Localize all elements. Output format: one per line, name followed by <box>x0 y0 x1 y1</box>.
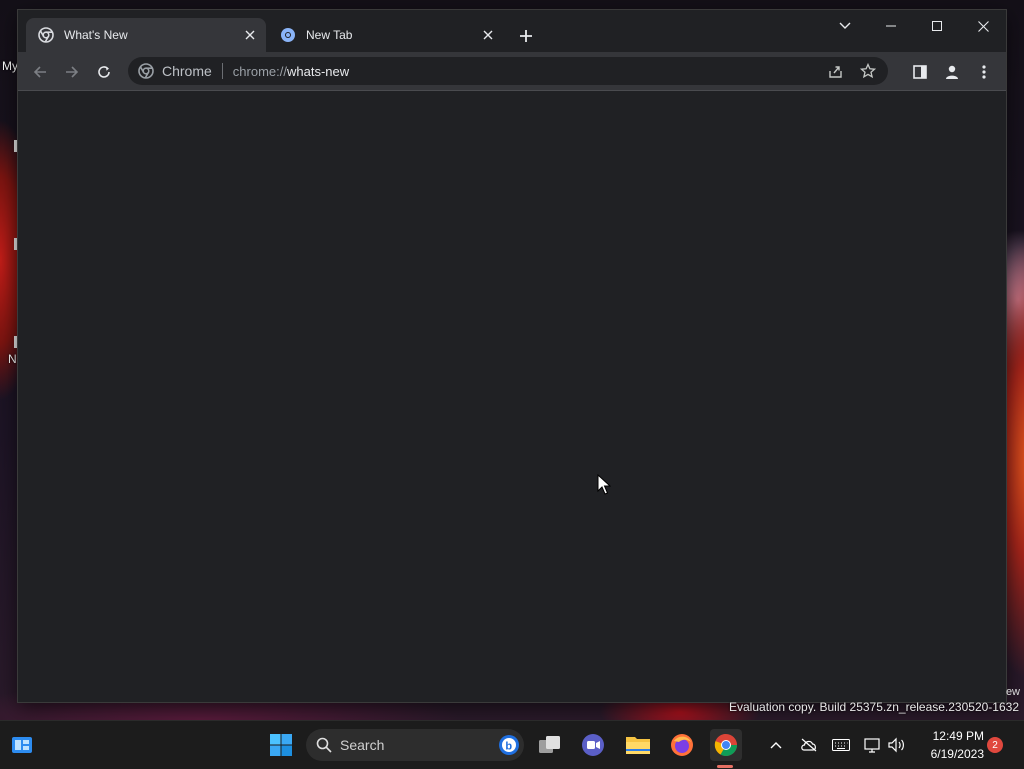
star-icon <box>860 63 876 79</box>
firefox-icon <box>671 734 693 756</box>
side-panel-icon <box>913 65 927 79</box>
arrow-right-icon <box>66 66 79 78</box>
watermark-edge: ew <box>1005 686 1020 698</box>
new-tab-button[interactable] <box>514 24 538 48</box>
browser-window: What's New New Tab Chrome chrome://whats… <box>18 10 1006 702</box>
chrome-icon <box>138 63 154 79</box>
site-chip[interactable]: Chrome <box>128 57 212 85</box>
task-view-button[interactable] <box>534 729 566 761</box>
url-host: whats-new <box>286 63 350 79</box>
task-view-icon <box>539 736 560 753</box>
cloud-offline-icon <box>801 738 817 752</box>
profile-button[interactable] <box>938 58 966 86</box>
address-bar[interactable]: Chrome chrome://whats-new <box>128 57 888 85</box>
onedrive-button[interactable] <box>797 733 821 757</box>
browser-toolbar: Chrome chrome://whats-new <box>18 52 1006 91</box>
clock-time: 12:49 PM <box>932 729 984 743</box>
volume-icon <box>888 737 904 753</box>
desktop-icon-label[interactable]: N <box>8 352 17 366</box>
minimize-button[interactable] <box>868 10 914 42</box>
plus-icon <box>520 30 532 42</box>
tab-search-button[interactable] <box>822 10 868 42</box>
arrow-left-icon <box>33 66 46 78</box>
more-vert-icon <box>982 65 986 79</box>
chrome-icon <box>38 27 54 43</box>
chrome-icon <box>714 733 737 756</box>
chat-icon <box>582 734 604 756</box>
mouse-cursor-icon <box>597 473 612 501</box>
chrome-icon <box>280 27 296 43</box>
network-button[interactable] <box>861 733 885 757</box>
site-label: Chrome <box>162 63 212 79</box>
reload-button[interactable] <box>90 58 118 86</box>
minimize-icon <box>886 25 896 27</box>
clock[interactable]: 12:49 PM 6/19/2023 <box>912 727 984 763</box>
start-icon <box>270 734 292 756</box>
clock-date: 6/19/2023 <box>930 747 984 761</box>
search-icon <box>316 737 332 753</box>
bookmark-button[interactable] <box>856 59 880 83</box>
svg-text:b: b <box>505 741 512 753</box>
maximize-icon <box>932 21 942 31</box>
keyboard-icon <box>832 739 850 751</box>
chevron-down-icon <box>839 22 851 29</box>
close-tab-icon[interactable] <box>240 25 260 45</box>
divider <box>221 63 223 79</box>
firefox-button[interactable] <box>666 729 698 761</box>
profile-icon <box>946 65 958 79</box>
back-button[interactable] <box>26 58 54 86</box>
show-hidden-icons-button[interactable] <box>764 733 788 757</box>
widgets-button[interactable] <box>6 729 38 761</box>
url-scheme: chrome:// <box>232 63 287 79</box>
chevron-up-icon <box>770 742 782 749</box>
taskbar: Search b 12:49 PM 6/19/2023 2 <box>0 720 1024 769</box>
keyboard-button[interactable] <box>829 733 853 757</box>
network-icon <box>864 738 880 753</box>
forward-button[interactable] <box>58 58 86 86</box>
share-button[interactable] <box>824 59 848 83</box>
share-icon <box>829 66 842 78</box>
menu-button[interactable] <box>970 58 998 86</box>
page-content <box>18 91 1006 702</box>
evaluation-watermark: Evaluation copy. Build 25375.zn_release.… <box>729 700 1019 714</box>
side-panel-button[interactable] <box>906 58 934 86</box>
chat-button[interactable] <box>577 729 609 761</box>
tab-whats-new[interactable]: What's New <box>26 18 266 52</box>
notification-badge[interactable]: 2 <box>987 737 1003 753</box>
tab-title: What's New <box>64 28 128 42</box>
close-icon <box>977 20 989 32</box>
file-explorer-icon <box>626 737 650 754</box>
url-text[interactable]: chrome://whats-new <box>233 64 349 79</box>
chrome-taskbar-button[interactable] <box>710 729 742 761</box>
maximize-button[interactable] <box>914 10 960 42</box>
tab-strip: What's New New Tab <box>18 10 1006 52</box>
start-button[interactable] <box>265 729 297 761</box>
desktop-icon-label[interactable]: My <box>2 59 18 73</box>
volume-button[interactable] <box>884 733 908 757</box>
tab-title: New Tab <box>306 28 353 42</box>
search-placeholder: Search <box>340 737 385 753</box>
widgets-icon <box>12 737 32 753</box>
taskbar-search-box[interactable]: Search b <box>306 729 524 761</box>
close-tab-icon[interactable] <box>478 25 498 45</box>
bing-icon: b <box>499 735 519 755</box>
reload-icon <box>98 66 110 78</box>
close-window-button[interactable] <box>960 10 1006 42</box>
file-explorer-button[interactable] <box>622 729 654 761</box>
tab-new-tab[interactable]: New Tab <box>268 18 504 52</box>
